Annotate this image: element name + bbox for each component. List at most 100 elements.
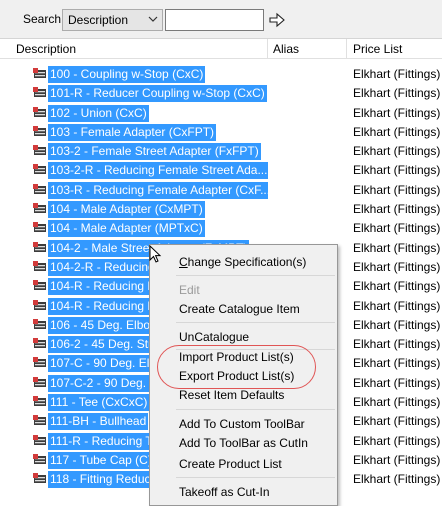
table-row[interactable]: 104 - Male Adapter (CxMPT) Elkhart (Fitti… — [0, 200, 442, 219]
menu-item-add-to-custom-toolbar[interactable]: Add To Custom ToolBar — [179, 417, 305, 431]
menu-item-label: hange Specification(s) — [187, 255, 307, 269]
menu-item-add-to-toolbar-as-cutin[interactable]: Add To ToolBar as CutIn — [179, 436, 308, 450]
highlight-oval — [157, 345, 316, 389]
row-price-list: Elkhart (Fittings) — [353, 414, 441, 429]
menu-item-create-catalogue-item[interactable]: Create Catalogue Item — [179, 302, 300, 316]
row-description: 101-R - Reducer Coupling w-Stop (CxC) — [48, 85, 267, 103]
row-price-list: Elkhart (Fittings) — [353, 472, 441, 487]
search-input[interactable] — [165, 9, 264, 31]
row-price-list: Elkhart (Fittings) — [353, 356, 441, 371]
fitting-icon — [33, 299, 46, 310]
menu-item-uncatalogue[interactable]: UnCatalogue — [179, 330, 249, 344]
table-row[interactable]: 103 - Female Adapter (CxFPT) Elkhart (Fit… — [0, 123, 442, 142]
menu-item-edit[interactable]: Edit — [179, 283, 200, 297]
menu-item-change-specification[interactable]: Change Specification(s) — [179, 255, 306, 269]
row-description: 102 - Union (CxC) — [48, 104, 149, 122]
row-price-list: Elkhart (Fittings) — [353, 221, 441, 236]
row-description: 104-2-R - Reducing — [48, 258, 157, 276]
row-description: 103 - Female Adapter (CxFPT) — [48, 123, 217, 141]
row-description: 111 - Tee (CxCxC) — [48, 394, 150, 412]
table-row[interactable]: 103-2-R - Reducing Female Street Ada... E… — [0, 161, 442, 180]
search-field-select[interactable]: Description — [62, 9, 163, 31]
column-header-description[interactable]: Description — [16, 42, 76, 56]
fitting-icon — [33, 145, 46, 156]
column-header-price-list[interactable]: Price List — [353, 42, 402, 56]
column-divider[interactable] — [346, 39, 347, 59]
menu-separator — [176, 275, 335, 276]
row-description: 103-R - Reducing Female Adapter (CxF... — [48, 181, 268, 199]
table-row[interactable]: 103-R - Reducing Female Adapter (CxF... E… — [0, 181, 442, 200]
menu-separator — [176, 409, 335, 410]
row-price-list: Elkhart (Fittings) — [353, 105, 441, 120]
row-description: 117 - Tube Cap (C) — [48, 451, 154, 469]
row-description: 107-C - 90 Deg. Elb — [48, 355, 159, 373]
row-price-list: Elkhart (Fittings) — [353, 163, 441, 178]
table-row[interactable]: 102 - Union (CxC) Elkhart (Fittings) — [0, 104, 442, 123]
search-toolbar: Search Description — [0, 0, 442, 38]
fitting-icon — [33, 415, 46, 426]
row-description: 111-BH - Bullhead — [48, 413, 149, 431]
row-description: 103-2 - Female Street Adapter (FxFPT) — [48, 143, 261, 161]
fitting-icon — [33, 203, 46, 214]
table-row[interactable]: 101-R - Reducer Coupling w-Stop (CxC) Elk… — [0, 84, 442, 103]
row-price-list: Elkhart (Fittings) — [353, 433, 441, 448]
row-description: 106-2 - 45 Deg. Stre — [48, 336, 161, 354]
row-description: 100 - Coupling w-Stop (CxC) — [48, 66, 206, 83]
row-price-list: Elkhart (Fittings) — [353, 67, 441, 81]
fitting-icon — [33, 473, 46, 484]
fitting-icon — [33, 164, 46, 175]
fitting-icon — [33, 222, 46, 233]
menu-separator — [176, 322, 335, 323]
fitting-icon — [33, 376, 46, 387]
menu-item-reset-item-defaults[interactable]: Reset Item Defaults — [179, 388, 284, 402]
table-row[interactable]: 104 - Male Adapter (MPTxC) Elkhart (Fitti… — [0, 219, 442, 238]
row-price-list: Elkhart (Fittings) — [353, 86, 441, 101]
fitting-icon — [33, 260, 46, 271]
fitting-icon — [33, 338, 46, 349]
fitting-icon — [33, 125, 46, 136]
row-description: 104 - Male Adapter (MPTxC) — [48, 220, 205, 238]
fitting-icon — [33, 280, 46, 291]
row-price-list: Elkhart (Fittings) — [353, 124, 441, 139]
column-header-alias[interactable]: Alias — [273, 42, 299, 56]
row-description: 104-R - Reducing M — [48, 278, 160, 296]
fitting-icon — [33, 241, 46, 252]
row-description: 104-R - Reducing M — [48, 297, 160, 315]
row-description: 118 - Fitting Reduc — [48, 471, 153, 489]
grid-header: Description Alias Price List — [0, 39, 442, 59]
fitting-icon — [33, 106, 46, 117]
row-price-list: Elkhart (Fittings) — [353, 395, 441, 410]
row-description: 103-2-R - Reducing Female Street Ada... — [48, 162, 268, 180]
fitting-icon — [33, 453, 46, 464]
row-price-list: Elkhart (Fittings) — [353, 279, 441, 294]
row-price-list: Elkhart (Fittings) — [353, 240, 441, 255]
row-description: 111-R - Reducing T — [48, 432, 155, 450]
chevron-down-icon — [148, 16, 158, 22]
row-price-list: Elkhart (Fittings) — [353, 317, 441, 332]
menu-item-takeoff-as-cut-in[interactable]: Takeoff as Cut-In — [179, 485, 270, 499]
fitting-icon — [33, 434, 46, 445]
fitting-icon — [33, 357, 46, 368]
row-price-list: Elkhart (Fittings) — [353, 298, 441, 313]
row-price-list: Elkhart (Fittings) — [353, 202, 441, 217]
arrow-right-icon[interactable] — [268, 11, 286, 29]
row-description: 106 - 45 Deg. Elbow — [48, 316, 161, 334]
row-price-list: Elkhart (Fittings) — [353, 337, 441, 352]
row-price-list: Elkhart (Fittings) — [353, 259, 441, 274]
mouse-cursor-icon — [149, 245, 162, 263]
fitting-icon — [33, 68, 46, 78]
row-price-list: Elkhart (Fittings) — [353, 452, 441, 467]
fitting-icon — [33, 87, 46, 98]
row-description: 107-C-2 - 90 Deg. St — [48, 374, 163, 392]
row-price-list: Elkhart (Fittings) — [353, 182, 441, 197]
fitting-icon — [33, 396, 46, 407]
row-price-list: Elkhart (Fittings) — [353, 375, 441, 390]
menu-separator — [176, 477, 335, 478]
column-divider[interactable] — [267, 39, 268, 59]
fitting-icon — [33, 318, 46, 329]
table-row[interactable]: 103-2 - Female Street Adapter (FxFPT) Elk… — [0, 142, 442, 161]
search-label: Search — [23, 12, 62, 26]
row-description: 104 - Male Adapter (CxMPT) — [48, 201, 205, 219]
table-row[interactable]: 100 - Coupling w-Stop (CxC) Elkhart (Fitt… — [0, 65, 442, 84]
menu-item-create-product-list[interactable]: Create Product List — [179, 457, 282, 471]
